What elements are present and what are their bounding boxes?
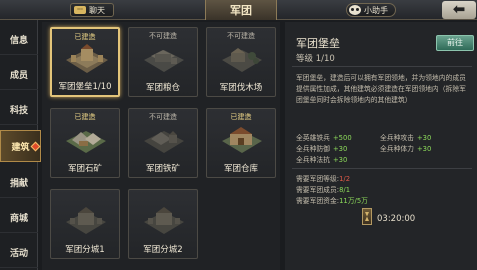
building-name: 军团分城1 [65,245,105,255]
lumberyard-building-icon [222,48,262,72]
building-card-lumberyard[interactable]: 不可建造 军团伐木场 [206,27,276,97]
sidebar-item-donate[interactable]: 捐献 [0,168,38,198]
stat-item: 全兵种攻击 +30 [380,134,432,142]
sidebar-item-label: 商城 [9,214,28,224]
building-status: 不可建造 [149,32,177,40]
building-card-stone-mine[interactable]: 已建造 军团石矿 [50,108,120,178]
detail-title: 军团堡垒 [296,37,340,50]
page-title: 军团 [205,0,277,20]
stone-mine-building-icon [66,131,106,153]
notification-badge-icon [30,141,41,152]
stat-item: 全英雄铁兵 +500 [296,134,352,142]
sidebar-item-label: 建筑 [11,142,30,153]
sidebar-item-events[interactable]: 活动 [0,238,38,268]
sidebar-item-label: 活动 [9,249,28,259]
sidebar-item-label: 信息 [9,36,28,46]
sidebar: 信息 成员 科技 建筑 捐献 商城 活动 [0,20,41,270]
detail-description: 军团堡垒，建造后可以拥有军团领地，并为领地内的成员提供属性加成，其他建筑必须建造… [296,74,466,104]
building-card-iron-mine[interactable]: 不可建造 军团铁矿 [128,108,198,178]
requirement-item: 需要军团等级:1/2 [296,175,351,183]
stat-item: 全兵种防御 +30 [296,145,348,153]
requirement-item: 需要军团资金:11万/5万 [296,197,368,205]
sidebar-item-label: 科技 [9,106,28,116]
building-detail-panel: 军团堡垒 等级 1/10 前往 军团堡垒，建造后可以拥有军团领地，并为领地内的成… [285,22,477,270]
sidebar-item-tech[interactable]: 科技 [0,95,38,125]
helper-mask-icon [349,5,361,15]
stat-item: 全兵种法抗 +30 [296,156,348,164]
building-name: 军团堡垒1/10 [58,82,112,92]
building-card-branch-city-2[interactable]: 军团分城2 [128,189,198,259]
building-card-fortress[interactable]: 已建造 军团堡垒1/10 [50,27,120,97]
branch-city-building-icon [66,207,106,234]
divider [292,168,472,169]
detail-level: 等级 1/10 [296,54,335,64]
fortress-building-icon [66,44,108,73]
back-button[interactable]: ⬅ [442,1,476,19]
building-name: 军团分城2 [143,245,183,255]
warehouse-building-icon [222,127,262,153]
sidebar-item-info[interactable]: 信息 [0,25,38,55]
sidebar-item-label: 成员 [9,71,28,81]
building-grid: 已建造 军团堡垒1/10 不可建造 军团粮仓 不可建造 军团伐木场 已建造 军团… [42,22,280,270]
sidebar-item-buildings[interactable]: 建筑 [0,130,41,162]
iron-mine-building-icon [144,131,184,153]
top-bar: ··· 聊天 军团 小助手 ⬅ [0,0,477,20]
building-card-granary[interactable]: 不可建造 军团粮仓 [128,27,198,97]
building-name: 军团铁矿 [145,164,180,174]
branch-city-building-icon [144,207,184,234]
granary-building-icon [144,50,184,72]
hourglass-icon [362,208,372,225]
sidebar-item-shop[interactable]: 商城 [0,203,38,233]
sidebar-item-members[interactable]: 成员 [0,60,38,90]
building-status: 已建造 [74,113,96,121]
build-timer: 03:20:00 [377,214,416,224]
building-card-branch-city-1[interactable]: 军团分城1 [50,189,120,259]
divider [292,66,472,67]
sidebar-item-label: 捐献 [9,179,28,189]
building-status: 已建造 [74,33,96,41]
chat-icon: ··· [74,6,86,14]
building-name: 军团仓库 [223,164,258,174]
building-status: 不可建造 [227,32,255,40]
helper-button[interactable]: 小助手 [346,3,396,17]
stat-item: 全兵种体力 +30 [380,145,432,153]
building-card-warehouse[interactable]: 已建造 军团仓库 [206,108,276,178]
requirement-item: 需要军团成员:8/1 [296,186,351,194]
building-status: 不可建造 [149,113,177,121]
building-status: 已建造 [230,113,252,121]
chat-label: 聊天 [89,5,105,15]
building-name: 军团粮仓 [145,83,180,93]
goto-button[interactable]: 前往 [436,35,474,51]
building-name: 军团石矿 [67,164,102,174]
helper-label: 小助手 [364,5,388,15]
chat-button[interactable]: ··· 聊天 [70,3,114,17]
back-arrow-icon: ⬅ [452,0,466,18]
building-name: 军团伐木场 [219,83,263,93]
